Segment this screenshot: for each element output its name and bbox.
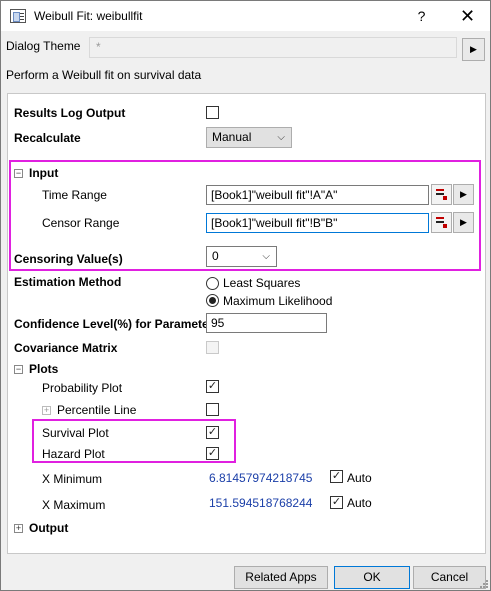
censoring-value: 0 xyxy=(212,249,219,263)
maximum-likelihood-label: Maximum Likelihood xyxy=(223,294,333,308)
time-range-label: Time Range xyxy=(42,188,107,202)
x-maximum-value[interactable]: 151.594518768244 xyxy=(209,496,312,510)
recalculate-value: Manual xyxy=(212,130,252,144)
least-squares-label: Least Squares xyxy=(223,276,301,290)
x-minimum-label: X Minimum xyxy=(42,472,103,486)
related-apps-button[interactable]: Related Apps xyxy=(234,566,328,589)
input-collapse-icon[interactable]: − xyxy=(14,169,23,178)
dialog-window: Weibull Fit: weibullfit ? ✕ Dialog Theme… xyxy=(0,0,491,591)
results-log-label: Results Log Output xyxy=(14,106,126,120)
checkmark-icon: ✓ xyxy=(207,447,218,459)
output-group-label: Output xyxy=(29,521,69,535)
censor-range-input[interactable]: [Book1]"weibull fit"!B"B" xyxy=(206,213,429,233)
survival-plot-label: Survival Plot xyxy=(42,426,109,440)
censor-range-label: Censor Range xyxy=(42,216,120,230)
hazard-plot-checkbox[interactable]: ✓ xyxy=(206,447,219,460)
checkmark-icon: ✓ xyxy=(207,380,218,392)
hazard-plot-label: Hazard Plot xyxy=(42,447,105,461)
plots-group-label: Plots xyxy=(29,362,59,376)
maximum-likelihood-radio[interactable] xyxy=(206,294,219,307)
recalculate-select[interactable]: Manual ⌵ xyxy=(206,127,292,148)
censoring-value-select[interactable]: 0 ⌵ xyxy=(206,246,277,267)
x-maximum-auto-checkbox[interactable]: ✓ xyxy=(330,496,343,509)
x-minimum-auto-checkbox[interactable]: ✓ xyxy=(330,470,343,483)
covariance-matrix-checkbox xyxy=(206,341,219,354)
dialog-theme-label: Dialog Theme xyxy=(6,39,81,53)
checkmark-icon: ✓ xyxy=(207,426,218,438)
play-icon: ▶ xyxy=(460,217,467,227)
recalculate-label: Recalculate xyxy=(14,131,81,145)
play-icon: ▶ xyxy=(460,189,467,199)
estimation-method-label: Estimation Method xyxy=(14,275,122,289)
time-range-input[interactable]: [Book1]"weibull fit"!A"A" xyxy=(206,185,429,205)
least-squares-radio[interactable] xyxy=(206,277,219,290)
checkmark-icon: ✓ xyxy=(331,496,342,508)
censoring-value-label: Censoring Value(s) xyxy=(14,252,123,266)
input-group-label: Input xyxy=(29,166,59,180)
cancel-button[interactable]: Cancel xyxy=(413,566,486,589)
x-maximum-label: X Maximum xyxy=(42,498,106,512)
dialog-description: Perform a Weibull fit on survival data xyxy=(6,68,202,82)
confidence-level-input[interactable]: 95 xyxy=(206,313,327,333)
checkmark-icon: ✓ xyxy=(331,470,342,482)
app-icon xyxy=(10,9,26,23)
ok-button[interactable]: OK xyxy=(334,566,410,589)
confidence-level-label: Confidence Level(%) for Parameters xyxy=(14,317,221,331)
help-button[interactable]: ? xyxy=(399,1,444,31)
probability-plot-label: Probability Plot xyxy=(42,381,123,395)
x-minimum-value[interactable]: 6.81457974218745 xyxy=(209,471,312,485)
title-bar: Weibull Fit: weibullfit ? ✕ xyxy=(1,1,490,31)
resize-grip-icon[interactable] xyxy=(478,578,488,588)
time-range-select-icon[interactable] xyxy=(431,184,452,205)
results-log-checkbox[interactable] xyxy=(206,106,219,119)
percentile-line-checkbox[interactable] xyxy=(206,403,219,416)
plots-collapse-icon[interactable]: − xyxy=(14,365,23,374)
censor-range-menu-button[interactable]: ▶ xyxy=(453,212,474,233)
survival-plot-checkbox[interactable]: ✓ xyxy=(206,426,219,439)
dialog-theme-field[interactable]: * xyxy=(89,37,457,58)
chevron-down-icon: ⌵ xyxy=(277,132,285,143)
output-expand-icon[interactable]: + xyxy=(14,524,23,533)
theme-menu-button[interactable]: ▶ xyxy=(462,38,485,61)
x-minimum-auto-label: Auto xyxy=(347,471,372,485)
censor-range-select-icon[interactable] xyxy=(431,212,452,233)
play-icon: ▶ xyxy=(470,44,477,54)
close-button[interactable]: ✕ xyxy=(445,1,490,31)
probability-plot-checkbox[interactable]: ✓ xyxy=(206,380,219,393)
time-range-menu-button[interactable]: ▶ xyxy=(453,184,474,205)
x-maximum-auto-label: Auto xyxy=(347,496,372,510)
chevron-down-icon: ⌵ xyxy=(262,251,270,262)
window-title: Weibull Fit: weibullfit xyxy=(34,9,143,23)
percentile-line-label: Percentile Line xyxy=(57,403,137,417)
covariance-matrix-label: Covariance Matrix xyxy=(14,341,118,355)
percentile-expand-icon[interactable]: + xyxy=(42,406,51,415)
